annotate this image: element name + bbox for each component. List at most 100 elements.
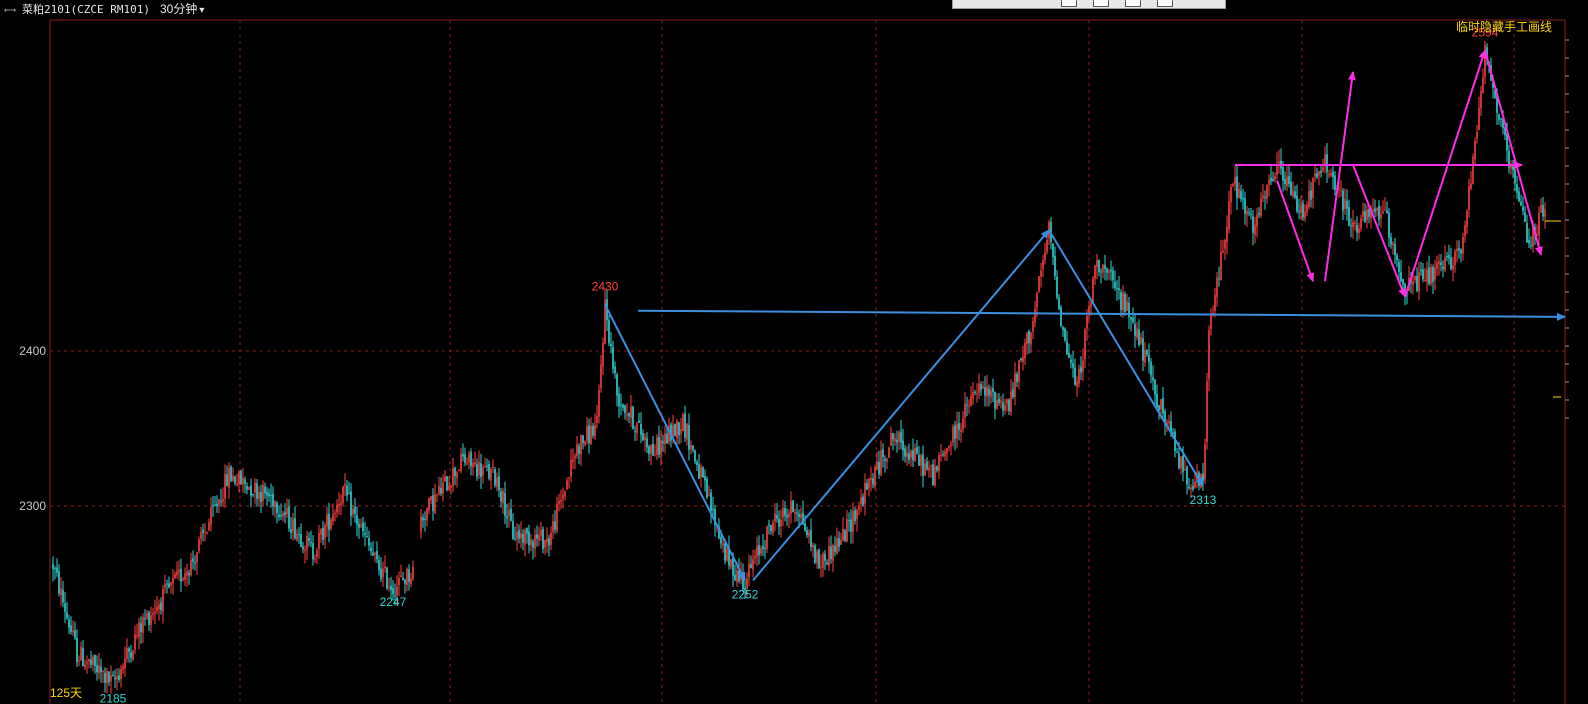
tool-2[interactable] [1093,0,1109,7]
candle-body [704,476,706,481]
candle-body [594,424,596,437]
candle-body [692,445,694,451]
candle-body [790,501,792,514]
candle-body [902,440,904,451]
candle-body [1110,269,1112,272]
candle-body [996,399,998,410]
candle-body [1478,108,1480,130]
candle-body [1424,280,1426,282]
candle-body [1422,269,1424,280]
candlestick-chart[interactable]: 218522472430225223132594 23002400 临时隐藏手工… [0,0,1588,704]
candle-body [212,504,214,507]
candle-body [614,366,616,374]
candle-body [752,559,754,570]
candle-body [86,662,88,664]
candle-body [1396,255,1398,261]
candle-body [932,464,934,486]
candle-body [1132,317,1134,322]
candle-body [486,465,488,467]
manual-drawings[interactable] [604,49,1566,582]
candle-body [1440,262,1442,265]
candle-body [820,566,822,568]
candle-body [1168,421,1170,424]
candle-body [1266,185,1268,199]
candle-body [552,521,554,533]
candle-body [620,404,622,406]
candle-body [218,499,220,505]
period-label: 30分钟 [159,2,198,16]
candle-body [1394,243,1396,256]
candle-body [1034,309,1036,323]
candle-body [1148,354,1150,362]
candle-body [1024,342,1026,359]
candle-body [992,388,994,392]
candle-body [1286,176,1288,187]
candle-body [1444,257,1446,271]
candle-body [702,467,704,478]
candle-body [106,670,108,684]
candle-body [1020,358,1022,360]
candle-body [1112,270,1114,281]
candle-body [608,320,610,344]
candle-body [338,504,340,506]
candle-body [1114,282,1116,289]
candle-body [370,547,372,552]
candle-body [1290,181,1292,195]
candle-body [514,538,516,540]
chevron-down-icon[interactable]: ▾ [199,2,204,20]
tool-3[interactable] [1125,0,1141,7]
candle-body [1260,198,1262,217]
candle-body [1008,399,1010,411]
candle-body [1142,338,1144,361]
candle-body [284,512,286,516]
candle-body [684,413,686,438]
candle-body [1466,211,1468,227]
drawing-toolbox[interactable] [952,0,1226,9]
candle-body [574,455,576,459]
candle-body [206,532,208,534]
candle-body [300,534,302,547]
candle-body [862,496,864,506]
candle-body [466,463,468,465]
candle-body [168,583,170,588]
candle-body [978,383,980,393]
candle-body [732,557,734,576]
candle-body [990,390,992,398]
candle-body [760,548,762,554]
candle-body [800,514,802,518]
candle-body [600,364,602,389]
candle-body [690,445,692,449]
period-selector[interactable]: 30分钟 ▾ [160,2,204,16]
candle-body [146,613,148,619]
candle-body [1144,350,1146,363]
candle-body [940,454,942,456]
candle-body [438,485,440,494]
candle-body [504,493,506,516]
candle-body [412,567,414,579]
candle-body [764,548,766,550]
collapse-arrows-icon[interactable]: ⇐⇒ [4,2,22,20]
hide-manual-lines-button[interactable]: 临时隐藏手工画线 [1456,20,1552,34]
candle-body [1436,262,1438,269]
candle-body [1118,288,1120,291]
candle-body [1068,352,1070,358]
candle-body [1186,467,1188,485]
candle-body [1104,264,1106,269]
candle-body [446,476,448,491]
candle-body [96,665,98,673]
tool-1[interactable] [1061,0,1077,7]
candle-body [328,513,330,530]
candle-body [994,391,996,409]
candle-body [1454,251,1456,265]
candle-body [1082,360,1084,372]
candle-body [278,514,280,518]
candle-body [436,493,438,495]
candle-body [208,522,210,531]
candle-body [1320,171,1322,173]
candle-body [626,414,628,416]
candle-body [788,513,790,518]
tool-4[interactable] [1157,0,1173,7]
candle-body [1230,186,1232,203]
candle-body [126,648,128,659]
candle-body [522,533,524,543]
